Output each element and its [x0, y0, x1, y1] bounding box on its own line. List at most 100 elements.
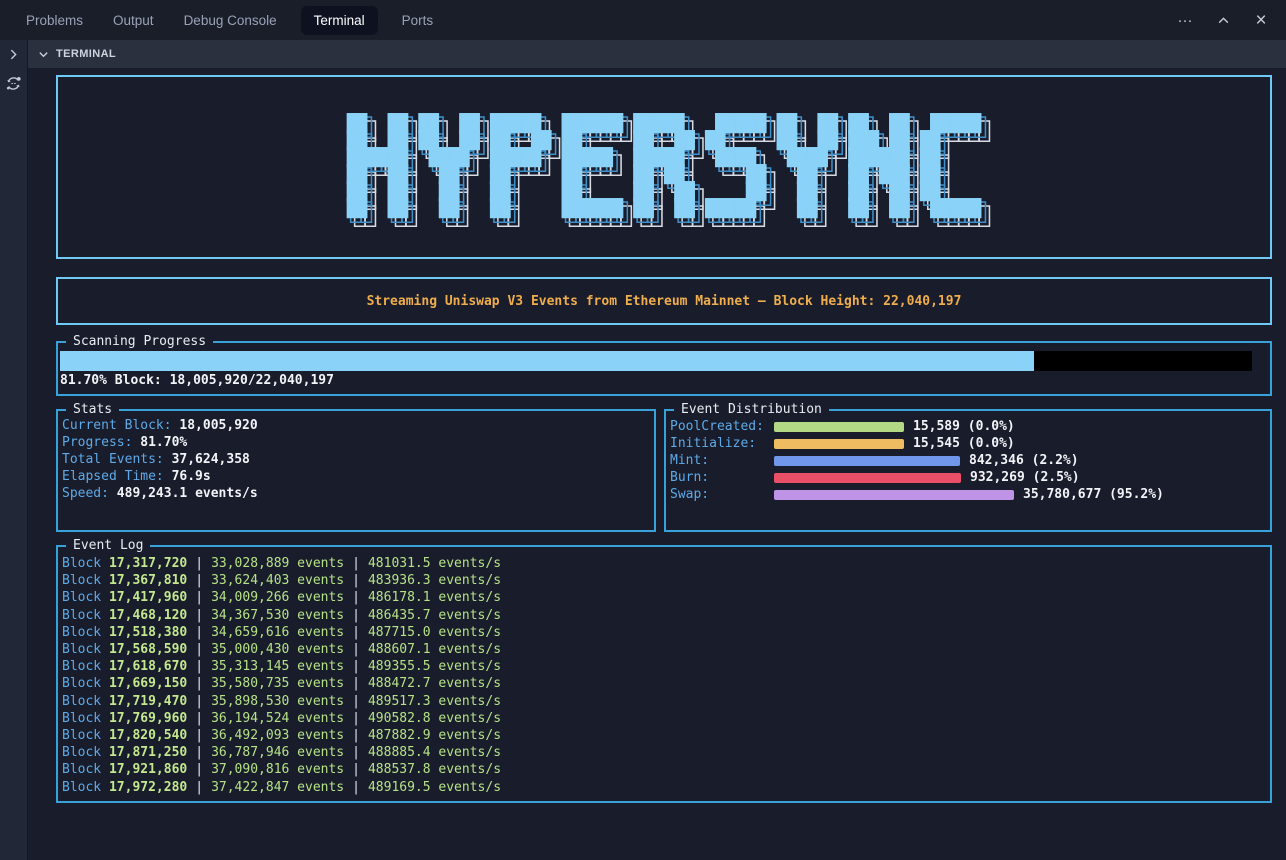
sync-environment-icon[interactable] [5, 75, 22, 92]
log-events-rate: 488472.7 events/s [368, 676, 501, 691]
log-events-rate: 490582.8 events/s [368, 711, 501, 726]
log-separator: | [352, 711, 360, 726]
log-events-count: 35,898,530 events [211, 694, 344, 709]
event-distribution-section: Event Distribution PoolCreated: 15,589 (… [664, 409, 1272, 532]
log-events-rate: 488885.4 events/s [368, 745, 501, 760]
tab-ports[interactable]: Ports [402, 6, 434, 35]
expand-rail-chevron-icon[interactable] [7, 48, 20, 61]
distribution-row: Swap: 35,780,677 (95.2%) [670, 486, 1270, 503]
tab-terminal[interactable]: Terminal [301, 6, 378, 35]
log-block-prefix: Block [62, 625, 101, 640]
stream-status-text: Streaming Uniswap V3 Events from Ethereu… [367, 294, 962, 309]
log-separator: | [195, 608, 203, 623]
log-events-count: 35,580,735 events [211, 676, 344, 691]
log-row: Block 17,568,590|35,000,430 events|48860… [62, 641, 1270, 658]
stat-label: Elapsed Time: [62, 469, 164, 484]
log-block-number: 17,317,720 [109, 556, 187, 571]
log-separator: | [195, 659, 203, 674]
log-events-rate: 486178.1 events/s [368, 590, 501, 605]
log-events-count: 35,313,145 events [211, 659, 344, 674]
log-events-count: 34,367,530 events [211, 608, 344, 623]
stats-section: Stats Current Block: 18,005,920 Progress… [56, 409, 656, 532]
hypersync-ascii-art: ██ ██ ██ ██ █████ ██████ █████ █████ ██ … [347, 116, 982, 218]
log-separator: | [352, 676, 360, 691]
distribution-row: Burn: 932,269 (2.5%) [670, 469, 1270, 486]
log-row: Block 17,769,960|36,194,524 events|49058… [62, 710, 1270, 727]
distribution-label: Initialize: [670, 436, 774, 451]
log-block-number: 17,769,960 [109, 711, 187, 726]
maximize-panel-icon[interactable] [1214, 11, 1232, 29]
progress-bar-fill [60, 351, 1034, 371]
log-events-count: 36,492,093 events [211, 728, 344, 743]
log-separator: | [352, 745, 360, 760]
log-block-prefix: Block [62, 659, 101, 674]
distribution-bar [774, 473, 961, 483]
log-events-count: 33,624,403 events [211, 573, 344, 588]
log-events-count: 33,028,889 events [211, 556, 344, 571]
log-events-rate: 489517.3 events/s [368, 694, 501, 709]
log-block-number: 17,669,150 [109, 676, 187, 691]
stat-row: Current Block: 18,005,920 [62, 417, 654, 434]
stat-value: 76.9s [172, 469, 211, 484]
stat-value: 489,243.1 events/s [117, 486, 258, 501]
tab-debug-console[interactable]: Debug Console [184, 6, 277, 35]
log-separator: | [352, 573, 360, 588]
log-events-rate: 488607.1 events/s [368, 642, 501, 657]
tab-output[interactable]: Output [113, 6, 154, 35]
close-panel-icon[interactable]: × [1252, 11, 1270, 29]
log-events-rate: 489355.5 events/s [368, 659, 501, 674]
stat-value: 81.70% [140, 435, 187, 450]
distribution-label: Burn: [670, 470, 774, 485]
log-block-prefix: Block [62, 728, 101, 743]
distribution-value: 15,589 (0.0%) [913, 419, 1015, 434]
log-events-rate: 488537.8 events/s [368, 762, 501, 777]
stat-label: Current Block: [62, 418, 172, 433]
log-row: Block 17,921,860|37,090,816 events|48853… [62, 761, 1270, 778]
log-block-number: 17,719,470 [109, 694, 187, 709]
log-separator: | [195, 711, 203, 726]
stat-row: Elapsed Time: 76.9s [62, 468, 654, 485]
log-block-prefix: Block [62, 762, 101, 777]
log-events-count: 36,787,946 events [211, 745, 344, 760]
event-log-section: Event Log Block 17,317,720|33,028,889 ev… [56, 545, 1272, 803]
log-block-prefix: Block [62, 642, 101, 657]
stats-title: Stats [66, 402, 119, 417]
log-block-prefix: Block [62, 608, 101, 623]
log-events-count: 34,659,616 events [211, 625, 344, 640]
stream-status-banner: Streaming Uniswap V3 Events from Ethereu… [56, 277, 1272, 325]
tab-problems[interactable]: Problems [26, 6, 83, 35]
log-block-prefix: Block [62, 694, 101, 709]
log-separator: | [352, 625, 360, 640]
log-separator: | [195, 728, 203, 743]
stat-label: Progress: [62, 435, 132, 450]
log-block-number: 17,468,120 [109, 608, 187, 623]
log-separator: | [195, 694, 203, 709]
log-row: Block 17,669,150|35,580,735 events|48847… [62, 675, 1270, 692]
distribution-label: Mint: [670, 453, 774, 468]
distribution-value: 35,780,677 (95.2%) [1023, 487, 1164, 502]
distribution-label: PoolCreated: [670, 419, 774, 434]
stats-rows: Current Block: 18,005,920 Progress: 81.7… [62, 417, 654, 502]
log-block-number: 17,417,960 [109, 590, 187, 605]
log-block-number: 17,568,590 [109, 642, 187, 657]
log-events-rate: 483936.3 events/s [368, 573, 501, 588]
panel-left-rail [0, 40, 28, 860]
terminal-collapse-chevron-icon[interactable] [38, 49, 49, 60]
log-block-prefix: Block [62, 590, 101, 605]
log-separator: | [352, 728, 360, 743]
log-row: Block 17,518,380|34,659,616 events|48771… [62, 624, 1270, 641]
log-block-number: 17,820,540 [109, 728, 187, 743]
event-log-rows: Block 17,317,720|33,028,889 events|48103… [62, 555, 1270, 796]
log-row: Block 17,719,470|35,898,530 events|48951… [62, 693, 1270, 710]
log-separator: | [195, 780, 203, 795]
more-actions-icon[interactable]: ··· [1176, 11, 1194, 29]
distribution-bar [774, 439, 904, 449]
log-separator: | [352, 642, 360, 657]
log-separator: | [195, 556, 203, 571]
log-block-prefix: Block [62, 573, 101, 588]
ascii-art-main: ██ ██ ██ ██ █████ ██████ █████ █████ ██ … [347, 116, 982, 218]
log-separator: | [352, 590, 360, 605]
progress-percent: 81.70% [60, 373, 107, 388]
panel-tabs: Problems Output Debug Console Terminal P… [26, 6, 433, 35]
log-events-count: 37,422,847 events [211, 780, 344, 795]
